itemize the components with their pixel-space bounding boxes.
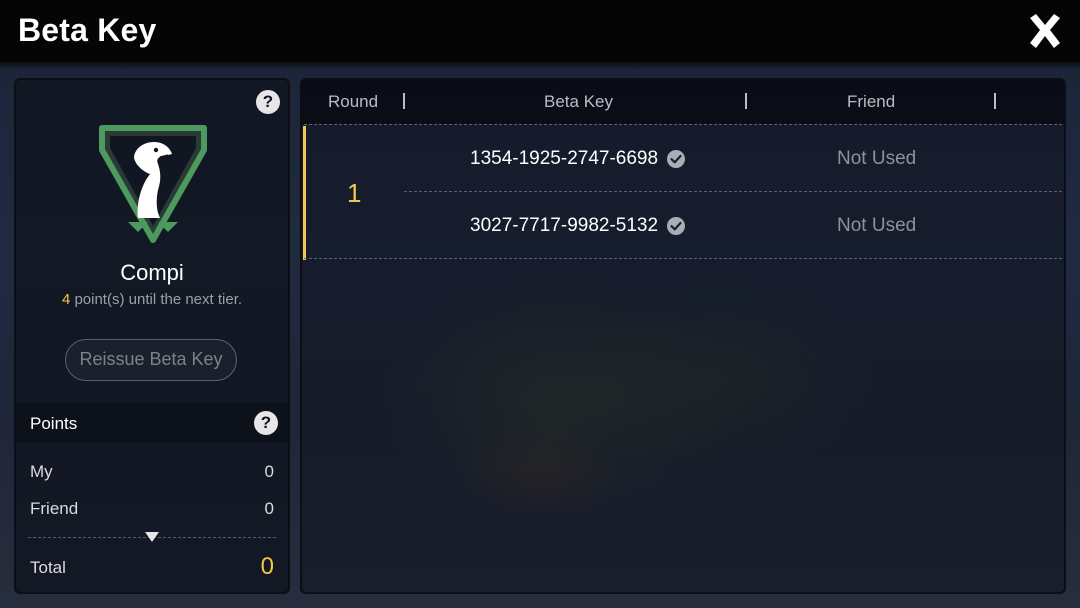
column-separator <box>994 93 996 109</box>
points-help-icon[interactable]: ? <box>254 411 278 435</box>
total-points-label: Total <box>30 558 66 577</box>
row-divider <box>304 258 1062 259</box>
top-bar: Beta Key <box>0 0 1080 70</box>
tier-progress-text: 4 point(s) until the next tier. <box>16 291 288 308</box>
friend-status: Not Used <box>837 215 917 236</box>
round-highlight-bar <box>303 126 306 260</box>
column-separator <box>745 93 747 109</box>
beta-key-value[interactable]: 3027-7717-9982-5132 <box>470 215 658 237</box>
points-to-next-label: point(s) until the next tier. <box>70 291 243 308</box>
beta-key-value[interactable]: 1354-1925-2747-6698 <box>470 148 658 170</box>
check-circle-icon <box>667 150 685 168</box>
round-number: 1 <box>347 178 362 208</box>
row-divider <box>304 124 1062 125</box>
top-bar-edge <box>0 56 1080 70</box>
column-header-round: Round <box>328 92 379 111</box>
friend-points-label: Friend <box>30 499 79 518</box>
row-divider <box>404 191 1062 192</box>
page-title: Beta Key <box>18 12 157 48</box>
close-button[interactable] <box>1022 8 1068 54</box>
tier-panel: ? Compi 4 point(s) until the next tier. … <box>14 78 290 594</box>
points-title: Points <box>30 414 78 433</box>
tier-name: Compi <box>120 260 184 285</box>
friend-points-value: 0 <box>264 499 274 518</box>
column-separator <box>403 93 405 109</box>
tier-emblem-icon <box>99 125 207 243</box>
column-header-beta-key: Beta Key <box>544 92 613 111</box>
tier-help-icon[interactable]: ? <box>256 90 280 114</box>
friend-status: Not Used <box>837 148 917 169</box>
total-points-value: 0 <box>260 553 274 580</box>
table-header: Round Beta Key Friend <box>302 80 1064 124</box>
reissue-beta-key-button[interactable]: Reissue Beta Key <box>65 339 237 381</box>
column-header-friend: Friend <box>847 92 896 111</box>
my-points-label: My <box>30 462 53 481</box>
close-icon <box>1030 14 1060 48</box>
beta-key-table: Round Beta Key Friend 1 1354-1925-2747-6… <box>300 78 1066 594</box>
points-header: Points ? <box>16 403 288 443</box>
check-circle-icon <box>667 217 685 235</box>
chevron-down-icon[interactable] <box>144 531 160 543</box>
my-points-value: 0 <box>264 462 274 481</box>
